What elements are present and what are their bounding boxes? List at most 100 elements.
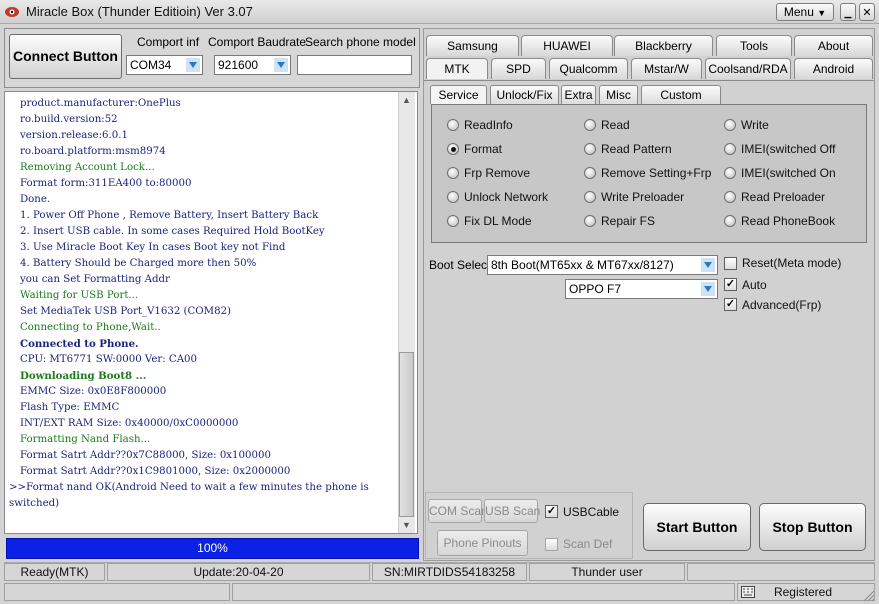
advanced-frp-label: Advanced(Frp) <box>742 298 822 312</box>
comport-select[interactable]: COM34 <box>126 55 203 75</box>
tab-about[interactable]: About <box>794 35 873 56</box>
status-bar-2-mid <box>232 583 735 601</box>
status-extra <box>687 563 875 581</box>
radio-read-pattern[interactable] <box>584 143 596 155</box>
status-user: Thunder user <box>529 563 685 581</box>
stop-button[interactable]: Stop Button <box>759 503 866 551</box>
tab-android[interactable]: Android <box>794 58 873 79</box>
baudrate-label: Comport Baudrate <box>208 35 307 49</box>
phone-model-value: OPPO F7 <box>569 282 622 296</box>
radio-read-phonebook[interactable] <box>724 215 736 227</box>
phone-pinouts-button[interactable]: Phone Pinouts <box>437 530 528 556</box>
comport-label: Comport inf <box>137 35 200 49</box>
advanced-frp-checkbox[interactable]: ✓ <box>724 298 737 311</box>
log-line: ro.build.version:52 <box>20 114 118 125</box>
tab-mstar-w[interactable]: Mstar/W <box>631 58 702 79</box>
option-label-read-phonebook: Read PhoneBook <box>741 214 836 228</box>
scan-def-label: Scan Def <box>563 537 613 551</box>
radio-readinfo[interactable] <box>447 119 459 131</box>
status-mode: Ready(MTK) <box>4 563 105 581</box>
radio-imei-switched-on[interactable] <box>724 167 736 179</box>
menu-button[interactable]: Menu ▼ <box>776 3 834 21</box>
search-phone-label: Search phone model <box>305 35 416 49</box>
log-output: product.manufacturer:OnePlus ro.build.ver… <box>4 91 418 534</box>
subtab-service[interactable]: Service <box>430 85 487 104</box>
tab-huawei[interactable]: HUAWEI <box>521 35 613 56</box>
resize-grip-icon[interactable] <box>863 590 875 602</box>
boot-select[interactable]: 8th Boot(MT65xx & MT67xx/8127) <box>487 255 718 275</box>
chevron-down-icon: ▼ <box>817 8 827 18</box>
log-line: Connected to Phone. <box>20 338 139 350</box>
log-line: 3. Use Miracle Boot Key In cases Boot ke… <box>20 242 286 253</box>
start-button[interactable]: Start Button <box>643 503 751 551</box>
tab-coolsand-rda[interactable]: Coolsand/RDA <box>705 58 791 79</box>
radio-write[interactable] <box>724 119 736 131</box>
radio-write-preloader[interactable] <box>584 191 596 203</box>
scroll-up-icon[interactable]: ▲ <box>402 95 411 105</box>
radio-format[interactable] <box>447 143 459 155</box>
tab-samsung[interactable]: Samsung <box>426 35 519 56</box>
close-button[interactable]: ✕ <box>859 3 875 21</box>
log-line: EMMC Size: 0x0E8F800000 <box>20 386 167 397</box>
tab-divider <box>424 80 874 81</box>
option-label-unlock-network: Unlock Network <box>464 190 549 204</box>
option-label-imei-switched-on: IMEI(switched On <box>741 166 836 180</box>
log-lines: product.manufacturer:OnePlus ro.build.ver… <box>5 96 399 512</box>
tab-tools[interactable]: Tools <box>716 35 792 56</box>
option-label-repair-fs: Repair FS <box>601 214 656 228</box>
log-line: 4. Battery Should be Charged more then 5… <box>20 258 257 269</box>
usbcable-checkbox[interactable]: ✓ <box>545 505 558 518</box>
scan-def-checkbox[interactable] <box>545 538 558 551</box>
tab-blackberry[interactable]: Blackberry <box>614 35 713 56</box>
tab-mtk[interactable]: MTK <box>426 58 488 79</box>
option-label-read-preloader: Read Preloader <box>741 190 826 204</box>
radio-unlock-network[interactable] <box>447 191 459 203</box>
log-line: Removing Account Lock... <box>20 162 155 173</box>
log-line: version.release:6.0.1 <box>20 130 128 141</box>
subtab-misc[interactable]: Misc <box>599 85 638 104</box>
status-serial: SN:MIRTDIDS54183258 <box>372 563 527 581</box>
com-scan-button[interactable]: COM Scan <box>428 499 488 523</box>
option-label-read-pattern: Read Pattern <box>601 142 672 156</box>
connect-button[interactable]: Connect Button <box>9 34 122 79</box>
option-label-format: Format <box>464 142 503 156</box>
subtab-extra[interactable]: Extra <box>561 85 596 104</box>
dropdown-arrow-icon <box>701 282 715 296</box>
menu-label: Menu <box>783 5 814 19</box>
radio-frp-remove[interactable] <box>447 167 459 179</box>
auto-checkbox[interactable]: ✓ <box>724 278 737 291</box>
keyboard-icon <box>741 586 755 598</box>
close-icon: ✕ <box>862 7 872 19</box>
baudrate-select[interactable]: 921600 <box>214 55 291 75</box>
radio-read[interactable] <box>584 119 596 131</box>
log-line: ro.board.platform:msm8974 <box>20 146 166 157</box>
boot-select-label: Boot Select: <box>429 258 494 272</box>
reset-meta-checkbox[interactable] <box>724 257 737 270</box>
subtab-unlock-fix[interactable]: Unlock/Fix <box>490 85 559 104</box>
tab-spd[interactable]: SPD <box>491 58 546 79</box>
radio-read-preloader[interactable] <box>724 191 736 203</box>
log-line: CPU: MT6771 SW:0000 Ver: CA00 <box>20 354 198 365</box>
search-phone-input[interactable] <box>297 55 412 75</box>
option-label-write: Write <box>741 118 769 132</box>
minimize-icon: ▁ <box>844 8 852 18</box>
usb-scan-button[interactable]: USB Scan <box>484 499 540 523</box>
log-line: Waiting for USB Port... <box>20 290 139 301</box>
radio-remove-setting-frp[interactable] <box>584 167 596 179</box>
log-line: Connecting to Phone,Wait.. <box>20 322 161 333</box>
log-scroll-thumb[interactable] <box>399 352 414 517</box>
log-line: product.manufacturer:OnePlus <box>20 98 181 109</box>
radio-imei-switched-off[interactable] <box>724 143 736 155</box>
log-line: Format Satrt Addr??0x1C9801000, Size: 0x… <box>20 466 291 477</box>
tab-qualcomm[interactable]: Qualcomm <box>549 58 628 79</box>
phone-model-select[interactable]: OPPO F7 <box>565 279 718 299</box>
radio-fix-dl-mode[interactable] <box>447 215 459 227</box>
radio-repair-fs[interactable] <box>584 215 596 227</box>
minimize-button[interactable]: ▁ <box>840 3 856 21</box>
dropdown-arrow-icon <box>186 58 200 72</box>
status-bar-2-left <box>4 583 230 601</box>
status-update: Update:20-04-20 <box>107 563 370 581</box>
scroll-down-icon[interactable]: ▼ <box>402 520 411 530</box>
log-line: Formatting Nand Flash... <box>20 434 151 445</box>
subtab-custom-setting[interactable]: Custom Setting <box>641 85 721 120</box>
